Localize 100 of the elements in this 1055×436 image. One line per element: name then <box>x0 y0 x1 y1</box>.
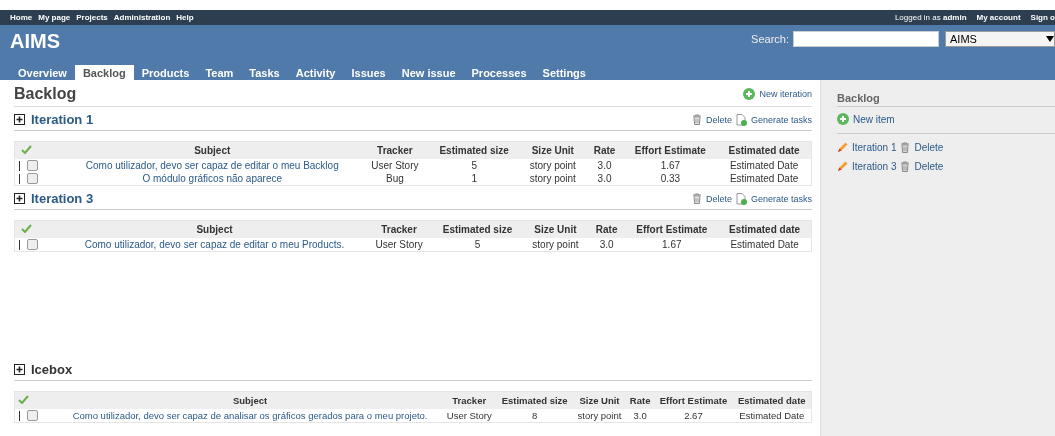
column-header: Estimated date <box>732 391 812 409</box>
column-header: Size Unit <box>520 141 586 159</box>
add-icon <box>743 88 756 100</box>
table-cell: 8 <box>532 410 538 421</box>
account-link[interactable]: Sign o <box>1030 13 1055 22</box>
row-checkbox[interactable] <box>27 160 38 171</box>
nav-tab[interactable]: Settings <box>534 65 594 80</box>
section-action-link[interactable]: Delete <box>705 114 732 125</box>
table-cell: Estimated Date <box>739 410 805 421</box>
table-cell: story point <box>577 410 622 421</box>
expand-icon[interactable] <box>14 193 25 204</box>
expand-icon[interactable] <box>14 114 25 125</box>
table-cell: User Story <box>371 160 419 171</box>
project-title: AIMS <box>10 30 60 53</box>
section-action-link[interactable]: Delete <box>705 193 732 204</box>
table-cell: User Story <box>375 239 423 250</box>
column-header: Rate <box>626 391 655 409</box>
checkmark-icon <box>21 224 32 233</box>
checkmark-icon <box>21 145 32 154</box>
section-action-link[interactable]: Generate tasks <box>750 193 812 204</box>
nav-tab[interactable]: Tasks <box>241 65 288 80</box>
column-header: Size Unit <box>523 220 588 238</box>
issue-subject-link[interactable]: Como utilizador, devo ser capaz de editar o meu Products. <box>84 239 345 250</box>
add-icon <box>837 113 849 125</box>
issue-subject-link[interactable]: Como utilizador, devo ser capaz de analisar os gráficos gerados para o meu projeto. <box>72 410 428 421</box>
trash-icon <box>691 193 702 204</box>
column-header: Rate <box>587 220 626 238</box>
table-cell: 1 <box>471 173 477 184</box>
iteration-title[interactable]: Iteration 1 <box>31 112 94 127</box>
column-header: Subject <box>58 391 443 409</box>
table-cell: 3.0 <box>599 239 614 250</box>
iteration-title[interactable]: Iteration 3 <box>31 191 94 206</box>
table-cell: 1.67 <box>662 239 682 250</box>
nav-tab[interactable]: Products <box>133 65 198 80</box>
iteration-link[interactable]: Iteration 1 <box>852 142 897 153</box>
table-cell: Estimated Date <box>730 239 799 250</box>
nav-tab[interactable]: New issue <box>393 65 464 80</box>
issue-subject-link[interactable]: O módulo gráficos não aparece <box>142 173 282 184</box>
top-menu-link[interactable]: My page <box>38 13 71 22</box>
new-item-link[interactable]: New item <box>837 113 1055 125</box>
nav-tab[interactable]: Overview <box>10 65 75 80</box>
nav-tab[interactable]: Activity <box>287 65 344 80</box>
table-cell: User Story <box>446 410 492 421</box>
top-menu-link[interactable]: Administration <box>113 13 171 22</box>
column-header: Rate <box>585 141 624 159</box>
trash-icon <box>691 114 702 125</box>
issue-subject-link[interactable]: Como utilizador, devo ser capaz de editar o meu Backlog <box>85 160 339 171</box>
table-cell: Estimated Date <box>729 173 799 184</box>
section-action-link[interactable]: Generate tasks <box>750 114 812 125</box>
nav-tab[interactable]: Issues <box>343 65 394 80</box>
table-cell: story point <box>529 160 576 171</box>
table-cell: 1.67 <box>660 160 681 171</box>
expand-icon[interactable] <box>14 364 25 375</box>
top-menu-link[interactable]: Projects <box>76 13 108 22</box>
column-header: Estimated size <box>496 391 573 409</box>
drag-handle-icon[interactable] <box>19 410 20 421</box>
row-checkbox[interactable] <box>27 410 38 421</box>
column-header: Estimated size <box>432 220 523 238</box>
drag-handle-icon[interactable] <box>19 239 20 250</box>
section-title: Icebox <box>31 362 73 377</box>
checkmark-icon <box>18 395 29 404</box>
table-cell: 3.0 <box>597 160 612 171</box>
caret-icon <box>1046 36 1054 42</box>
logged-in-text: Logged in as admin <box>894 13 967 22</box>
nav-tab[interactable]: Team <box>197 65 242 80</box>
column-header: Subject <box>63 141 362 159</box>
table-cell: 3.0 <box>633 410 647 421</box>
drag-handle-icon[interactable] <box>19 160 20 171</box>
column-header: Effort Estimate <box>625 220 719 238</box>
delete-link[interactable]: Delete <box>914 161 944 172</box>
account-link[interactable]: My account <box>976 13 1021 22</box>
table-cell: story point <box>532 239 579 250</box>
iteration-link[interactable]: Iteration 3 <box>852 161 897 172</box>
top-menu-link[interactable]: Home <box>10 13 33 22</box>
nav-tab[interactable]: Backlog <box>74 65 134 80</box>
column-header: Size Unit <box>572 391 626 409</box>
table-cell: story point <box>529 173 576 184</box>
drag-handle-icon[interactable] <box>19 173 20 184</box>
table-cell: 0.33 <box>660 173 681 184</box>
new-iteration-link[interactable]: New iteration <box>743 88 812 100</box>
column-header: Tracker <box>361 141 429 159</box>
row-checkbox[interactable] <box>27 239 38 250</box>
trash-icon <box>900 161 911 172</box>
pencil-icon <box>837 142 848 153</box>
table-cell: Estimated Date <box>729 160 799 171</box>
nav-tab[interactable]: Processes <box>463 65 535 80</box>
column-header: Tracker <box>442 391 497 409</box>
project-select[interactable]: AIMS <box>945 31 1055 47</box>
top-menu-link[interactable]: Help <box>176 13 194 22</box>
page-title: Backlog <box>14 85 77 103</box>
trash-icon <box>900 142 911 153</box>
page-add-icon <box>735 192 747 205</box>
table-cell: 2.67 <box>684 410 703 421</box>
delete-link[interactable]: Delete <box>914 142 944 153</box>
row-checkbox[interactable] <box>27 173 38 184</box>
search-label: Search: <box>751 33 789 45</box>
column-header: Tracker <box>366 220 433 238</box>
table-cell: 3.0 <box>597 173 612 184</box>
column-header: Estimated size <box>428 141 521 159</box>
search-field[interactable] <box>793 31 939 47</box>
